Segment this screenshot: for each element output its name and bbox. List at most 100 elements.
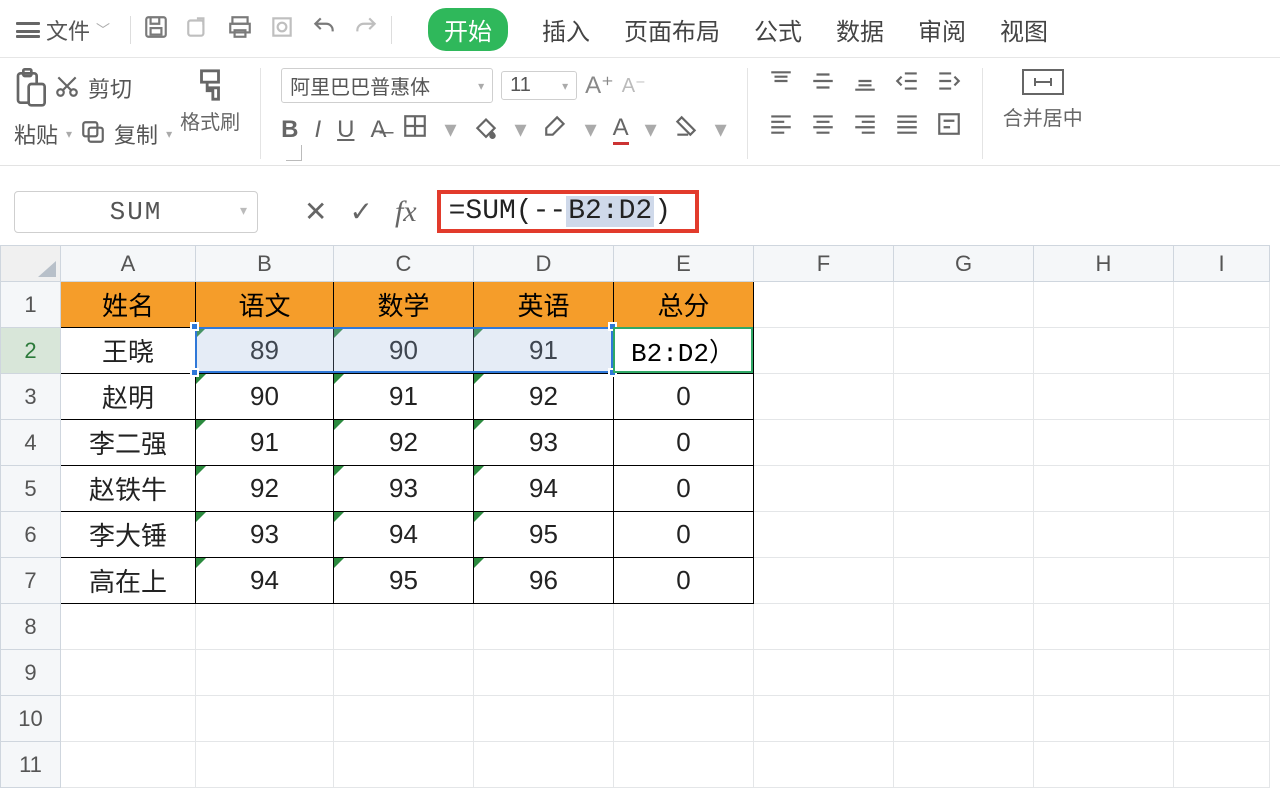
cell[interactable]: [474, 650, 614, 696]
cell[interactable]: 94: [474, 466, 614, 512]
cell[interactable]: [1034, 650, 1174, 696]
print-button[interactable]: [227, 14, 253, 45]
dialog-launcher-icon[interactable]: [286, 145, 302, 161]
cell[interactable]: [1174, 374, 1270, 420]
cell[interactable]: [474, 742, 614, 788]
bold-button[interactable]: B: [281, 116, 298, 144]
cell[interactable]: [61, 696, 196, 742]
grid-table[interactable]: A B C D E F G H I 1 姓名 语文 数学 英语 总分 2 王晓 …: [0, 245, 1270, 788]
cell[interactable]: [894, 650, 1034, 696]
cell[interactable]: [1174, 512, 1270, 558]
row-header-7[interactable]: 7: [1, 558, 61, 604]
align-bottom-button[interactable]: [852, 68, 878, 101]
justify-button[interactable]: [894, 111, 920, 144]
cell[interactable]: [894, 558, 1034, 604]
align-left-button[interactable]: [768, 111, 794, 144]
fill-color-button[interactable]: [473, 113, 499, 146]
cell[interactable]: [754, 328, 894, 374]
col-header-H[interactable]: H: [1034, 246, 1174, 282]
cell[interactable]: [1174, 466, 1270, 512]
cell[interactable]: 姓名: [61, 282, 196, 328]
font-color-button[interactable]: A: [613, 114, 629, 145]
cell[interactable]: [334, 742, 474, 788]
cell[interactable]: [1174, 328, 1270, 374]
col-header-G[interactable]: G: [894, 246, 1034, 282]
cell[interactable]: [196, 696, 334, 742]
col-header-F[interactable]: F: [754, 246, 894, 282]
cut-button[interactable]: [54, 73, 80, 104]
select-all-corner[interactable]: [1, 246, 61, 282]
cell[interactable]: [754, 466, 894, 512]
tab-review[interactable]: 审阅: [918, 12, 966, 47]
chevron-down-icon[interactable]: ▾: [645, 115, 657, 144]
cell[interactable]: [1034, 374, 1174, 420]
accept-formula-button[interactable]: ✓: [349, 195, 372, 228]
strikethrough-button[interactable]: A̶: [370, 116, 386, 144]
cell[interactable]: [1034, 282, 1174, 328]
name-box[interactable]: SUM ▾: [14, 191, 258, 233]
paste-button[interactable]: [14, 68, 46, 108]
align-right-button[interactable]: [852, 111, 878, 144]
cell[interactable]: 92: [196, 466, 334, 512]
tab-insert[interactable]: 插入: [542, 12, 590, 47]
tab-formulas[interactable]: 公式: [754, 12, 802, 47]
cell[interactable]: [754, 742, 894, 788]
col-header-I[interactable]: I: [1174, 246, 1270, 282]
align-top-button[interactable]: [768, 68, 794, 101]
row-header-10[interactable]: 10: [1, 696, 61, 742]
print-preview-button[interactable]: [269, 14, 295, 45]
cell[interactable]: [61, 742, 196, 788]
file-menu[interactable]: 文件 ﹀: [14, 12, 118, 48]
cell[interactable]: [1174, 558, 1270, 604]
cell[interactable]: [754, 374, 894, 420]
cell[interactable]: [61, 604, 196, 650]
tab-home[interactable]: 开始: [428, 8, 508, 51]
cell[interactable]: [754, 558, 894, 604]
cell[interactable]: 0: [614, 558, 754, 604]
cell[interactable]: [474, 604, 614, 650]
cell[interactable]: [754, 420, 894, 466]
font-size-select[interactable]: 11 ▾: [501, 71, 577, 100]
cell[interactable]: [894, 282, 1034, 328]
formula-input[interactable]: =SUM(--B2:D2): [437, 190, 699, 233]
cell[interactable]: [1174, 282, 1270, 328]
cell[interactable]: 英语: [474, 282, 614, 328]
cell[interactable]: 李二强: [61, 420, 196, 466]
cell[interactable]: [196, 604, 334, 650]
cell[interactable]: [474, 696, 614, 742]
cell[interactable]: [894, 466, 1034, 512]
cell[interactable]: [894, 696, 1034, 742]
cell[interactable]: 0: [614, 420, 754, 466]
cell[interactable]: 93: [474, 420, 614, 466]
cell[interactable]: 91: [196, 420, 334, 466]
cell[interactable]: 92: [334, 420, 474, 466]
underline-button[interactable]: U: [337, 116, 354, 144]
row-header-8[interactable]: 8: [1, 604, 61, 650]
cell[interactable]: [1174, 742, 1270, 788]
cell[interactable]: [894, 420, 1034, 466]
chevron-down-icon[interactable]: ▾: [166, 127, 172, 141]
cell[interactable]: [754, 650, 894, 696]
chevron-down-icon[interactable]: ▾: [715, 115, 727, 144]
cell[interactable]: 高在上: [61, 558, 196, 604]
row-header-3[interactable]: 3: [1, 374, 61, 420]
tab-data[interactable]: 数据: [836, 12, 884, 47]
cell[interactable]: 93: [196, 512, 334, 558]
cell[interactable]: [334, 650, 474, 696]
col-header-C[interactable]: C: [334, 246, 474, 282]
cell[interactable]: [1034, 466, 1174, 512]
tab-page-layout[interactable]: 页面布局: [624, 12, 720, 47]
cell[interactable]: 王晓: [61, 328, 196, 374]
fx-icon[interactable]: fx: [395, 195, 417, 229]
cell[interactable]: [754, 604, 894, 650]
cell[interactable]: 94: [334, 512, 474, 558]
highlight-button[interactable]: [543, 113, 569, 146]
row-header-9[interactable]: 9: [1, 650, 61, 696]
cell[interactable]: [1034, 604, 1174, 650]
cell[interactable]: 91: [474, 328, 614, 374]
increase-indent-button[interactable]: [936, 68, 962, 101]
decrease-indent-button[interactable]: [894, 68, 920, 101]
cell[interactable]: [61, 650, 196, 696]
chevron-down-icon[interactable]: ▾: [585, 115, 597, 144]
cell[interactable]: 90: [334, 328, 474, 374]
